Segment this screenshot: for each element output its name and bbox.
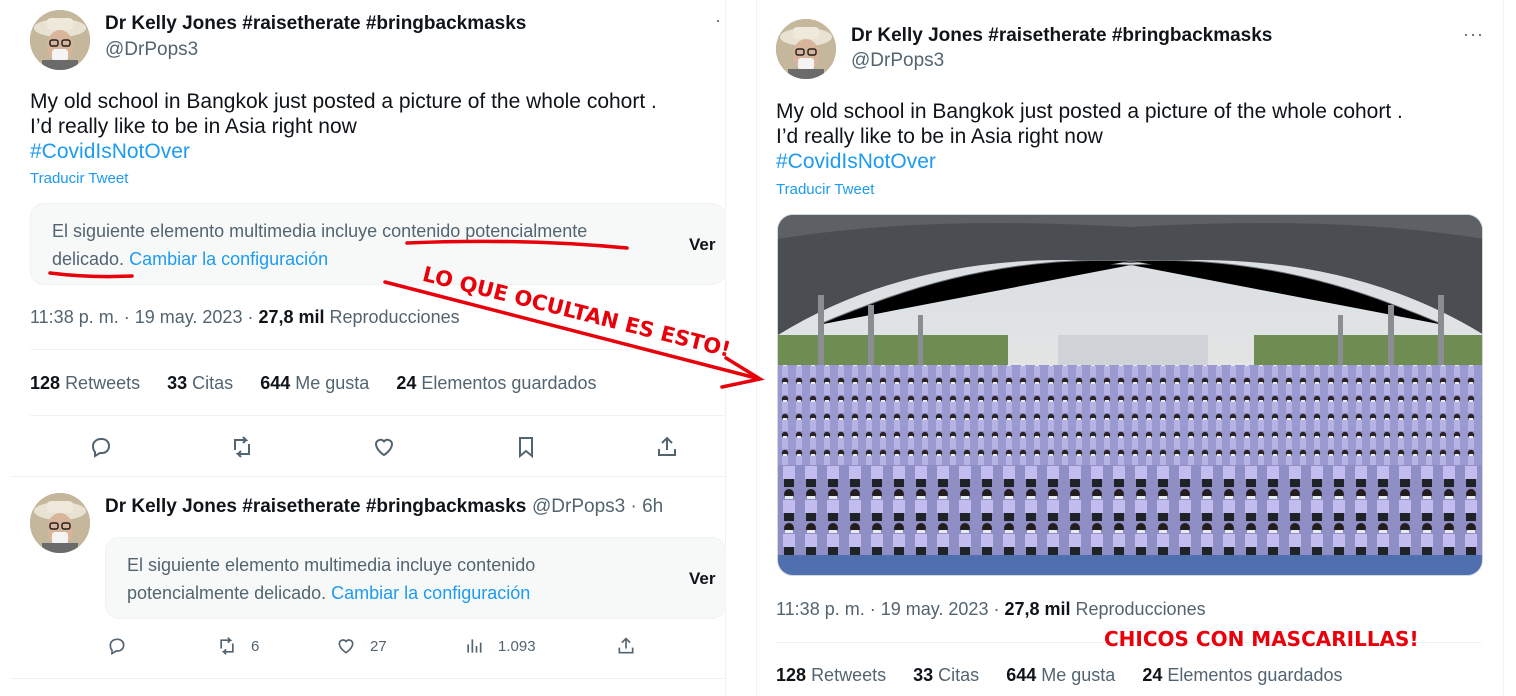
underline-1 [405,239,629,250]
underline-2 [48,271,134,279]
annotation-overlay [48,239,765,389]
annotation-bottom-text: CHICOS CON MASCARILLAS! [1104,627,1419,651]
